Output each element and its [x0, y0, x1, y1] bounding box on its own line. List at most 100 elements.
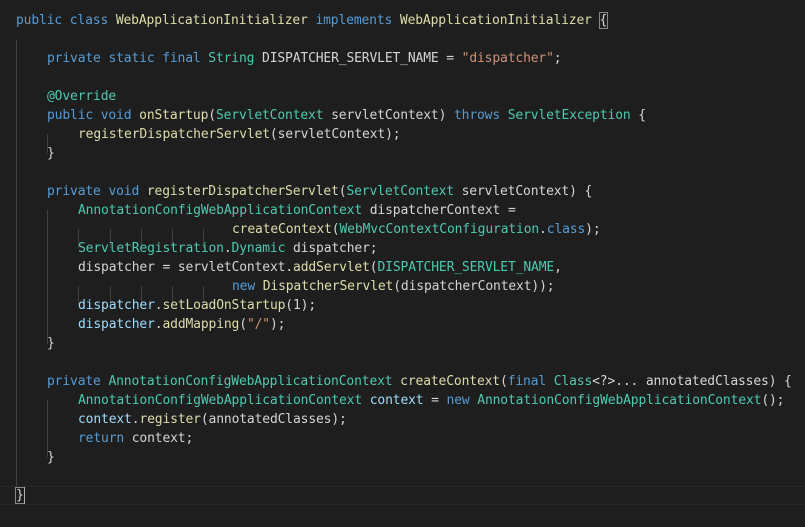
class-name-token: WebApplicationInitializer: [115, 13, 308, 28]
string-token: "dispatcher": [461, 51, 554, 66]
type-token: WebApplicationInitializer: [399, 13, 592, 28]
code-line[interactable]: AnnotationConfigWebApplicationContext di…: [78, 201, 516, 220]
annotation-token: @Override: [47, 89, 117, 104]
punctuation-token: ,: [554, 260, 562, 275]
punctuation-token: ...: [615, 374, 639, 389]
indent-guide: [16, 40, 17, 486]
type-token: ServletException: [507, 108, 631, 123]
code-line[interactable]: context.register(annotatedClasses);: [78, 410, 347, 429]
arguments-token: (annotatedClasses);: [200, 412, 347, 427]
matching-brace: }: [15, 487, 25, 504]
punctuation-token: (: [499, 374, 508, 389]
code-line[interactable]: public class WebApplicationInitializer i…: [16, 11, 609, 30]
type-token: WebMvcContextConfiguration: [339, 222, 540, 237]
type-token: AnnotationConfigWebApplicationContext: [108, 374, 393, 389]
variable-token: dispatcher: [78, 298, 155, 313]
parameter-token: servletContext: [461, 184, 570, 199]
keyword-token: return: [78, 431, 125, 446]
type-token: Dynamic: [231, 241, 286, 256]
method-name-token: registerDispatcherServlet: [146, 184, 339, 199]
constant-token: DISPATCHER_SERVLET_NAME: [377, 260, 555, 275]
punctuation-token: ) {: [768, 374, 792, 389]
keyword-token: static: [108, 51, 155, 66]
method-call-token: addServlet: [293, 260, 370, 275]
punctuation-token: .: [285, 260, 294, 275]
punctuation-token: (: [239, 317, 247, 332]
arguments-token: (dispatcherContext));: [393, 279, 555, 294]
code-line[interactable]: @Override: [47, 87, 116, 106]
type-token: AnnotationConfigWebApplicationContext: [78, 393, 363, 408]
punctuation-token: );: [585, 222, 601, 237]
number-token: 1: [292, 298, 301, 313]
text-cursor: [24, 487, 25, 504]
punctuation-token: ();: [761, 393, 785, 408]
variable-token: context: [369, 393, 424, 408]
method-name-token: createContext: [400, 374, 500, 389]
type-token: String: [208, 51, 255, 66]
code-line[interactable]: return context;: [78, 429, 193, 448]
punctuation-token: (: [285, 298, 293, 313]
keyword-token: void: [108, 184, 140, 199]
type-token: Class: [553, 374, 593, 389]
keyword-token: public: [47, 108, 94, 123]
type-token: AnnotationConfigWebApplicationContext: [477, 393, 762, 408]
operator-token: =: [507, 203, 516, 218]
punctuation-token: );: [269, 317, 286, 332]
arguments-token: (servletContext);: [269, 127, 401, 142]
code-line[interactable]: registerDispatcherServlet(servletContext…: [78, 125, 401, 144]
keyword-token: new: [232, 279, 256, 294]
punctuation-token: (: [208, 108, 216, 123]
keyword-token: implements: [315, 13, 393, 28]
method-call-token: register: [139, 412, 201, 427]
code-line[interactable]: dispatcher.setLoadOnStartup(1);: [78, 296, 316, 315]
method-call-token: setLoadOnStartup: [162, 298, 286, 313]
variable-token: dispatcher: [78, 317, 155, 332]
type-token: ServletContext: [215, 108, 324, 123]
keyword-token: private: [47, 184, 101, 199]
operator-token: =: [162, 260, 171, 275]
code-line[interactable]: ServletRegistration.Dynamic dispatcher;: [78, 239, 378, 258]
code-line[interactable]: public void onStartup(ServletContext ser…: [47, 106, 646, 125]
method-call-token: createContext: [232, 222, 332, 237]
keyword-token: private: [47, 51, 101, 66]
code-editor[interactable]: public class WebApplicationInitializer i…: [0, 0, 805, 527]
variable-token: servletContext: [177, 260, 286, 275]
code-line[interactable]: }: [47, 334, 55, 353]
generic-token: <?>: [592, 374, 616, 389]
punctuation-token: }: [47, 450, 55, 465]
parameter-token: annotatedClasses: [645, 374, 769, 389]
type-token: ServletRegistration: [78, 241, 224, 256]
code-line[interactable]: private static final String DISPATCHER_S…: [47, 49, 562, 68]
type-token: AnnotationConfigWebApplicationContext: [78, 203, 363, 218]
code-line[interactable]: private void registerDispatcherServlet(S…: [47, 182, 592, 201]
code-line[interactable]: private AnnotationConfigWebApplicationCo…: [47, 372, 792, 391]
indent-guide: [47, 210, 48, 344]
code-line[interactable]: }: [47, 448, 55, 467]
variable-token: context;: [131, 431, 194, 446]
current-line-highlight: [0, 486, 805, 505]
code-line[interactable]: new DispatcherServlet(dispatcherContext)…: [232, 277, 555, 296]
keyword-token: void: [100, 108, 132, 123]
punctuation-token: .: [223, 241, 232, 256]
code-line[interactable]: }: [15, 486, 25, 505]
punctuation-token: }: [47, 146, 55, 161]
variable-token: context: [78, 412, 132, 427]
method-call-token: registerDispatcherServlet: [78, 127, 270, 142]
code-line[interactable]: createContext(WebMvcContextConfiguration…: [232, 220, 601, 239]
code-line[interactable]: dispatcher = servletContext.addServlet(D…: [78, 258, 562, 277]
operator-token: =: [431, 393, 439, 408]
type-token: ServletContext: [346, 184, 454, 199]
string-token: "/": [246, 317, 270, 332]
punctuation-token: ) {: [569, 184, 593, 199]
code-line[interactable]: }: [47, 144, 55, 163]
operator-token: =: [446, 51, 454, 66]
code-line[interactable]: AnnotationConfigWebApplicationContext co…: [78, 391, 784, 410]
keyword-token: new: [446, 393, 470, 408]
keyword-token: throws: [453, 108, 501, 123]
keyword-token: private: [47, 374, 101, 389]
variable-token: dispatcher: [78, 260, 155, 275]
code-line[interactable]: dispatcher.addMapping("/");: [78, 315, 285, 334]
keyword-token: class: [546, 222, 586, 237]
punctuation-token: ): [438, 108, 447, 123]
keyword-token: final: [507, 374, 547, 389]
